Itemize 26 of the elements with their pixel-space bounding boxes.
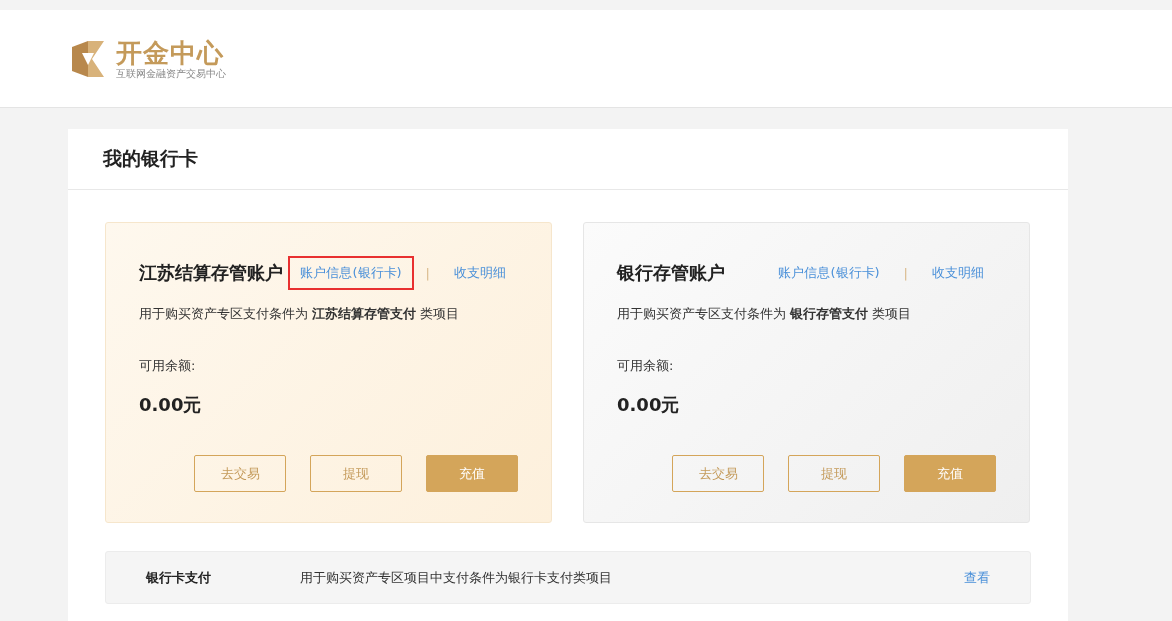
account-description: 用于购买资产专区支付条件为 江苏结算存管支付 类项目 <box>139 305 461 323</box>
payment-name: 银行卡支付 <box>146 568 212 587</box>
view-link[interactable]: 查看 <box>964 568 990 587</box>
action-button[interactable]: 提现 <box>310 455 402 492</box>
action-button[interactable]: 充值 <box>904 455 996 492</box>
balance-amount: 0.00元 <box>617 393 681 417</box>
account-link[interactable]: 账户信息(银行卡) <box>766 256 892 290</box>
link-separator: | <box>903 265 908 281</box>
account-name: 江苏结算存管账户 <box>139 261 283 285</box>
account-description: 用于购买资产专区支付条件为 银行存管支付 类项目 <box>617 305 913 323</box>
balance-amount: 0.00元 <box>139 393 203 417</box>
action-button[interactable]: 充值 <box>426 455 518 492</box>
logo-subtitle: 互联网金融资产交易中心 <box>116 67 226 80</box>
action-button[interactable]: 去交易 <box>672 455 764 492</box>
payment-description: 用于购买资产专区项目中支付条件为银行卡支付类项目 <box>300 568 613 587</box>
balance-label: 可用余额: <box>617 357 675 375</box>
logo-title: 开金中心 <box>116 37 225 68</box>
action-button[interactable]: 去交易 <box>194 455 286 492</box>
link-separator: | <box>425 265 430 281</box>
account-name: 银行存管账户 <box>617 261 725 285</box>
action-button[interactable]: 提现 <box>788 455 880 492</box>
balance-label: 可用余额: <box>139 357 197 375</box>
page-title: 我的银行卡 <box>103 146 198 171</box>
account-link[interactable]: 账户信息(银行卡) <box>288 256 414 290</box>
account-link[interactable]: 收支明细 <box>442 256 518 290</box>
account-link[interactable]: 收支明细 <box>920 256 996 290</box>
